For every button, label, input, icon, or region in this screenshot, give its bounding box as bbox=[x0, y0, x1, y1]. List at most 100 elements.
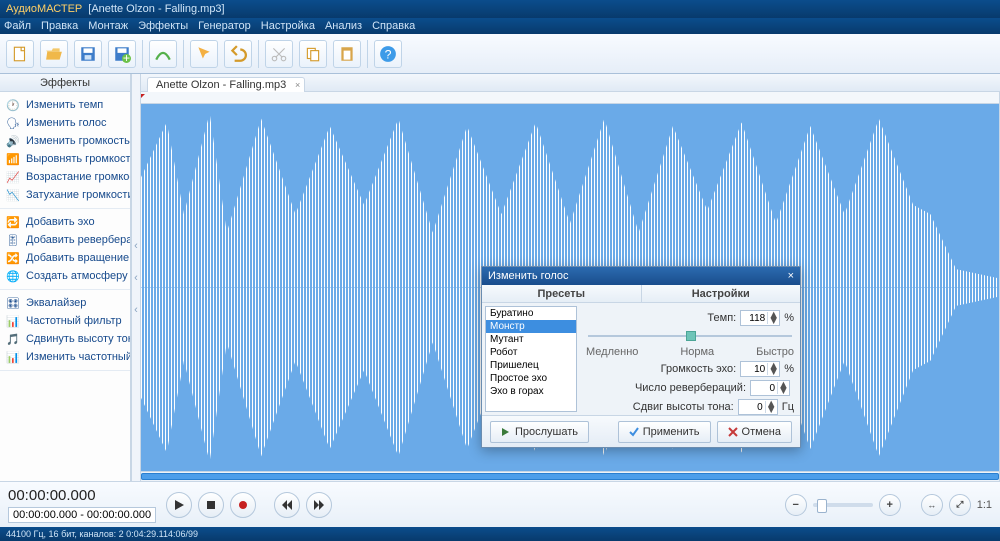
effect-icon: 📉 bbox=[6, 188, 20, 202]
effect-icon: 🎛 bbox=[6, 296, 20, 310]
listen-button[interactable]: Прослушать bbox=[490, 421, 589, 443]
open-button[interactable] bbox=[40, 40, 68, 68]
sidebar-item-label: Изменить голос bbox=[26, 117, 106, 129]
tab-label: Anette Olzon - Falling.mp3 bbox=[156, 79, 286, 91]
pitch-spinner[interactable]: ▲▼ bbox=[738, 399, 778, 415]
slider-fast-label: Быстро bbox=[756, 346, 794, 358]
sidebar-item[interactable]: 🔁Добавить эхо bbox=[0, 213, 130, 231]
save-as-button[interactable]: + bbox=[108, 40, 136, 68]
stop-button[interactable] bbox=[198, 492, 224, 518]
range-box[interactable]: 00:00:00.000 - 00:00:00.000 bbox=[8, 507, 156, 523]
sidebar-item-label: Добавить эхо bbox=[26, 216, 95, 228]
tempo-label: Темп: bbox=[586, 312, 736, 324]
preset-item[interactable]: Робот bbox=[486, 346, 576, 359]
range-to[interactable]: 00:00:00.000 bbox=[87, 509, 151, 521]
tempo-unit: % bbox=[784, 312, 794, 324]
pitch-input[interactable] bbox=[739, 402, 765, 413]
menu-generator[interactable]: Генератор bbox=[198, 20, 251, 32]
save-button[interactable] bbox=[74, 40, 102, 68]
preset-item[interactable]: Монстр bbox=[486, 320, 576, 333]
sidebar-item-label: Возрастание громкости bbox=[26, 171, 130, 183]
zoom-out-button[interactable]: − bbox=[785, 494, 807, 516]
tab-close-icon[interactable]: × bbox=[295, 80, 300, 90]
sidebar-item[interactable]: 📈Возрастание громкости bbox=[0, 168, 130, 186]
sidebar-item[interactable]: 📶Выровнять громкость bbox=[0, 150, 130, 168]
select-button[interactable] bbox=[190, 40, 218, 68]
play-button[interactable] bbox=[166, 492, 192, 518]
presets-list[interactable]: БуратиноМонстрМутантРоботПришелецПростое… bbox=[485, 306, 577, 412]
menu-effects[interactable]: Эффекты bbox=[138, 20, 188, 32]
settings-header: Настройки bbox=[642, 285, 801, 302]
preset-item[interactable]: Мутант bbox=[486, 333, 576, 346]
menu-montage[interactable]: Монтаж bbox=[88, 20, 128, 32]
menu-analysis[interactable]: Анализ bbox=[325, 20, 362, 32]
tempo-input[interactable] bbox=[741, 313, 767, 324]
sidebar-item[interactable]: 🎛 Эквалайзер bbox=[0, 294, 130, 312]
record-button[interactable] bbox=[230, 492, 256, 518]
preset-item[interactable]: Простое эхо bbox=[486, 372, 576, 385]
dialog-close-icon[interactable]: × bbox=[788, 270, 794, 282]
sidebar-item[interactable]: 🔀Добавить вращение каналов bbox=[0, 249, 130, 267]
preset-item[interactable]: Эхо в горах bbox=[486, 385, 576, 398]
new-button[interactable] bbox=[6, 40, 34, 68]
fit-sel-button[interactable]: ⤢ bbox=[949, 494, 971, 516]
sidebar-item[interactable]: 🕐Изменить темп bbox=[0, 96, 130, 114]
sidebar-item[interactable]: 🌐Создать атмосферу bbox=[0, 267, 130, 285]
prev-button[interactable] bbox=[274, 492, 300, 518]
sidebar-item[interactable]: 📊Частотный фильтр bbox=[0, 312, 130, 330]
next-button[interactable] bbox=[306, 492, 332, 518]
preset-item[interactable]: Буратино bbox=[486, 307, 576, 320]
mix-button[interactable] bbox=[149, 40, 177, 68]
sidebar-item-label: Эквалайзер bbox=[26, 297, 86, 309]
sidebar-item-label: Изменить частотный спектр bbox=[26, 351, 130, 363]
cancel-button[interactable]: Отмена bbox=[717, 421, 792, 443]
reverb-input[interactable] bbox=[751, 383, 777, 394]
effect-icon: 🎵 bbox=[6, 332, 20, 346]
menu-settings[interactable]: Настройка bbox=[261, 20, 315, 32]
status-bar: 44100 Гц, 16 бит, каналов: 2 0:04:29.114… bbox=[0, 527, 1000, 541]
echo-input[interactable] bbox=[741, 364, 767, 375]
apply-button[interactable]: Применить bbox=[618, 421, 711, 443]
undo-button[interactable] bbox=[224, 40, 252, 68]
effect-icon: 🗣 bbox=[6, 116, 20, 130]
help-button[interactable]: ? bbox=[374, 40, 402, 68]
overview-scrollbar[interactable] bbox=[141, 471, 999, 481]
sidebar-item-label: Затухание громкости bbox=[26, 189, 130, 201]
effect-icon: 🔊 bbox=[6, 134, 20, 148]
dialog-titlebar[interactable]: Изменить голос × bbox=[482, 267, 800, 285]
menubar[interactable]: Файл Правка Монтаж Эффекты Генератор Нас… bbox=[0, 18, 1000, 34]
sidebar-item[interactable]: 🗣 Изменить голос bbox=[0, 114, 130, 132]
effect-icon: 🎚 bbox=[6, 233, 20, 247]
time-display: 00:00:00.000 bbox=[8, 487, 156, 504]
paste-button[interactable] bbox=[333, 40, 361, 68]
menu-file[interactable]: Файл bbox=[4, 20, 31, 32]
effect-icon: 📶 bbox=[6, 152, 20, 166]
effect-icon: 🕐 bbox=[6, 98, 20, 112]
sidebar-handle[interactable]: ‹‹‹ bbox=[131, 74, 141, 481]
sidebar-item[interactable]: 📊 Изменить частотный спектр bbox=[0, 348, 130, 366]
slider-slow-label: Медленно bbox=[586, 346, 638, 358]
preset-item[interactable]: Пришелец bbox=[486, 359, 576, 372]
menu-edit[interactable]: Правка bbox=[41, 20, 78, 32]
sidebar-item[interactable]: 🔊Изменить громкость bbox=[0, 132, 130, 150]
zoom-slider[interactable] bbox=[813, 503, 873, 507]
copy-button[interactable] bbox=[299, 40, 327, 68]
sidebar: Эффекты 🕐Изменить темп🗣Изменить голос🔊Из… bbox=[0, 74, 131, 481]
file-tab[interactable]: Anette Olzon - Falling.mp3 × bbox=[147, 77, 305, 92]
time-ruler[interactable] bbox=[141, 92, 999, 104]
range-from[interactable]: 00:00:00.000 bbox=[13, 509, 77, 521]
tempo-slider[interactable] bbox=[588, 330, 792, 342]
cut-button[interactable] bbox=[265, 40, 293, 68]
menu-help[interactable]: Справка bbox=[372, 20, 415, 32]
tempo-spinner[interactable]: ▲▼ bbox=[740, 310, 780, 326]
echo-spinner[interactable]: ▲▼ bbox=[740, 361, 780, 377]
effect-icon: 📊 bbox=[6, 350, 20, 364]
fit-h-button[interactable]: ↔ bbox=[921, 494, 943, 516]
app-name: АудиоМАСТЕР bbox=[6, 3, 82, 15]
zoom-in-button[interactable]: + bbox=[879, 494, 901, 516]
sidebar-item[interactable]: 📉 Затухание громкости bbox=[0, 186, 130, 204]
svg-text:?: ? bbox=[385, 47, 392, 61]
reverb-spinner[interactable]: ▲▼ bbox=[750, 380, 790, 396]
sidebar-item[interactable]: 🎵Сдвинуть высоту тона bbox=[0, 330, 130, 348]
sidebar-item[interactable]: 🎚Добавить реверберацию bbox=[0, 231, 130, 249]
